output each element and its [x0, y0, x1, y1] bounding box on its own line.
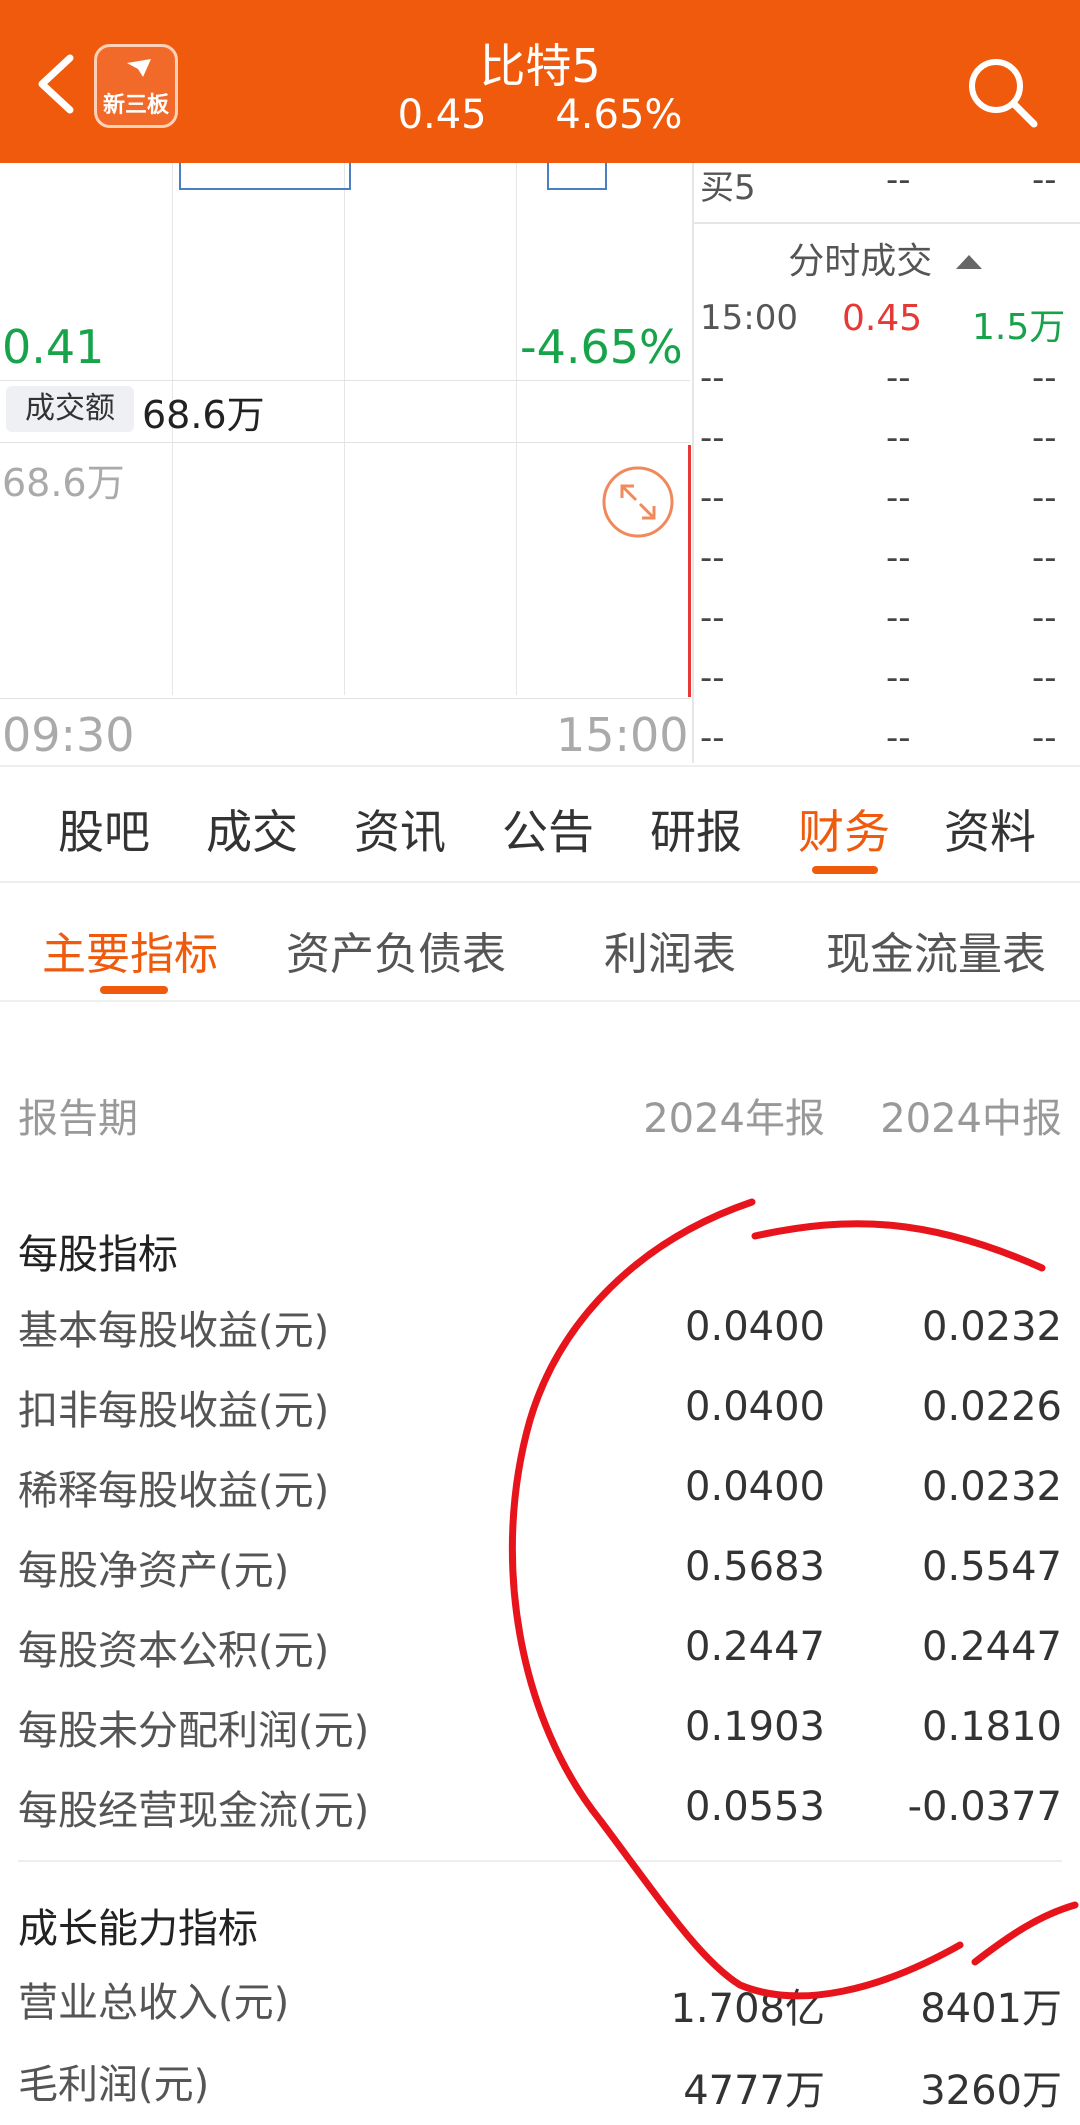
row-label: 稀释每股收益(元)	[18, 1468, 330, 1514]
price-box-marks	[179, 163, 607, 190]
col-2024-annual[interactable]: 2024年报	[565, 1086, 825, 1144]
row-value: 0.0226	[922, 1384, 1062, 1430]
pct-low-label: -4.65%	[520, 320, 683, 374]
row-value: 0.1810	[922, 1704, 1062, 1750]
subtab-income-statement[interactable]: 利润表	[604, 918, 736, 982]
row-value: 3260万	[920, 2068, 1062, 2114]
section-growth: 成长能力指标	[18, 1906, 258, 1952]
row-value: 0.1903	[685, 1704, 825, 1750]
row-value: 0.0232	[922, 1464, 1062, 1510]
tab-finance[interactable]: 财务	[798, 796, 890, 862]
row-value: 0.0400	[685, 1304, 825, 1350]
trade-row-vol: --	[1032, 478, 1057, 518]
subtab-balance-sheet[interactable]: 资产负债表	[286, 918, 506, 982]
divider-line	[0, 380, 690, 381]
stock-name: 比特5	[479, 39, 601, 93]
trade-row-price: --	[886, 598, 911, 638]
trade-row-price: --	[886, 658, 911, 698]
row-value: -0.0377	[907, 1784, 1062, 1830]
trade-row-price: --	[886, 358, 911, 398]
time-axis-end: 15:00	[556, 708, 689, 762]
trade-row-time: --	[700, 718, 725, 758]
subtab-cash-flow[interactable]: 现金流量表	[826, 918, 1046, 982]
row-label: 扣非每股收益(元)	[18, 1388, 330, 1434]
buy5-label: 买5	[700, 168, 756, 208]
grid-line	[344, 163, 345, 695]
row-label: 每股经营现金流(元)	[18, 1788, 370, 1834]
tab-announcements[interactable]: 公告	[502, 796, 594, 862]
grid-line	[516, 163, 517, 695]
divider-line	[0, 698, 690, 699]
trade-row-time: --	[700, 598, 725, 638]
divider-line	[18, 1860, 1062, 1862]
triangle-up-icon	[955, 255, 982, 269]
trade-row-vol: --	[1032, 358, 1057, 398]
tab-guba[interactable]: 股吧	[58, 796, 150, 862]
row-value: 0.0400	[685, 1384, 825, 1430]
trade-row-vol: --	[1032, 718, 1057, 758]
subtab-key-metrics[interactable]: 主要指标	[42, 918, 218, 982]
trade-row-price: --	[886, 718, 911, 758]
volume-axis-label: 68.6万	[2, 461, 125, 505]
col-2024-interim[interactable]: 2024中报	[802, 1086, 1062, 1144]
trade-row-vol: --	[1032, 418, 1057, 458]
row-value: 0.2447	[685, 1624, 825, 1670]
section-per-share: 每股指标	[18, 1232, 178, 1278]
turnover-value: 68.6万	[142, 393, 265, 437]
row-value: 0.0232	[922, 1304, 1062, 1350]
row-label: 毛利润(元)	[18, 2062, 210, 2108]
current-price: 0.45	[397, 92, 487, 138]
trade-row-vol: --	[1032, 658, 1057, 698]
change-percent: 4.65%	[555, 92, 683, 138]
trade-volume: 1.5万	[972, 307, 1066, 348]
time-axis-start: 09:30	[2, 708, 135, 762]
row-label: 营业总收入(元)	[18, 1980, 290, 2026]
period-label: 报告期	[18, 1096, 138, 1142]
trade-row-time: --	[700, 658, 725, 698]
price-low-label: 0.41	[2, 320, 105, 374]
row-label: 每股未分配利润(元)	[18, 1708, 370, 1754]
row-value: 0.5683	[685, 1544, 825, 1590]
divider-line	[692, 222, 1080, 224]
divider-line	[0, 1000, 1080, 1002]
trade-row-time: --	[700, 418, 725, 458]
trade-row-price: --	[886, 418, 911, 458]
trade-price: 0.45	[842, 298, 923, 339]
divider-line	[0, 442, 690, 443]
expand-icon[interactable]	[600, 464, 676, 540]
buy5-volume: --	[1032, 160, 1057, 200]
active-subtab-indicator	[100, 986, 168, 994]
row-value: 0.0400	[685, 1464, 825, 1510]
quote-summary: 0.45 4.65%	[0, 92, 1080, 138]
trade-row-time: --	[700, 478, 725, 518]
turnover-tag: 成交额	[6, 386, 134, 432]
row-value: 0.0553	[685, 1784, 825, 1830]
current-time-marker	[688, 445, 691, 697]
active-tab-indicator	[812, 866, 878, 874]
row-value: 1.708亿	[670, 1986, 825, 2032]
row-value: 0.2447	[922, 1624, 1062, 1670]
row-label: 基本每股收益(元)	[18, 1308, 330, 1354]
trade-row-price: --	[886, 538, 911, 578]
tab-profile[interactable]: 资料	[944, 796, 1036, 862]
trade-row-price: --	[886, 478, 911, 518]
tab-news[interactable]: 资讯	[354, 796, 446, 862]
row-value: 8401万	[920, 1986, 1062, 2032]
row-label: 每股净资产(元)	[18, 1548, 290, 1594]
buy5-price: --	[886, 160, 911, 200]
tab-trades[interactable]: 成交	[206, 796, 298, 862]
trade-row-vol: --	[1032, 538, 1057, 578]
trade-time: 15:00	[700, 298, 798, 338]
row-value: 0.5547	[922, 1544, 1062, 1590]
trades-title-label: 分时成交	[788, 241, 933, 282]
trade-row-time: --	[700, 538, 725, 578]
search-icon[interactable]	[962, 52, 1042, 132]
trade-row-time: --	[700, 358, 725, 398]
row-value: 4777万	[683, 2068, 825, 2114]
trade-row-vol: --	[1032, 598, 1057, 638]
tab-research[interactable]: 研报	[650, 796, 742, 862]
row-label: 每股资本公积(元)	[18, 1628, 330, 1674]
trades-title[interactable]: 分时成交	[692, 232, 1080, 284]
